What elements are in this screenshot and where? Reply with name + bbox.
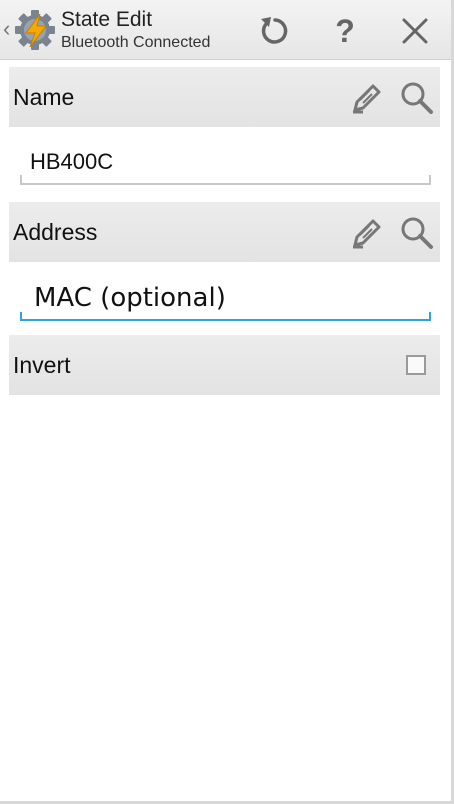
help-icon[interactable]: ?	[323, 9, 367, 53]
magnifier-icon[interactable]	[399, 80, 435, 116]
address-label: Address	[13, 219, 98, 245]
invert-label: Invert	[13, 352, 71, 378]
name-label: Name	[13, 84, 75, 110]
app-gear-icon[interactable]	[14, 9, 56, 51]
name-input[interactable]	[20, 141, 431, 185]
undo-icon[interactable]	[253, 9, 297, 53]
invert-row[interactable]: Invert	[9, 335, 440, 395]
page-title: State Edit	[61, 8, 153, 31]
invert-checkbox[interactable]	[406, 355, 426, 375]
svg-text:?: ?	[335, 13, 355, 49]
page-subtitle: Bluetooth Connected	[61, 34, 211, 51]
input-left-tick	[20, 175, 22, 183]
close-icon[interactable]	[393, 9, 437, 53]
input-right-tick	[429, 312, 431, 320]
input-right-tick	[429, 175, 431, 183]
pencil-icon[interactable]	[349, 215, 385, 251]
address-section-header: Address	[9, 202, 440, 262]
address-input[interactable]	[20, 277, 431, 321]
action-bar: ‹ State Edit Bluetooth Connected ?	[0, 0, 451, 60]
name-section-header: Name	[9, 67, 440, 127]
state-edit-screen: ‹ State Edit Bluetooth Connected ? Name …	[0, 0, 454, 804]
magnifier-icon[interactable]	[399, 215, 435, 251]
back-chevron-icon[interactable]: ‹	[3, 18, 13, 40]
pencil-icon[interactable]	[349, 80, 385, 116]
input-left-tick	[20, 312, 22, 320]
